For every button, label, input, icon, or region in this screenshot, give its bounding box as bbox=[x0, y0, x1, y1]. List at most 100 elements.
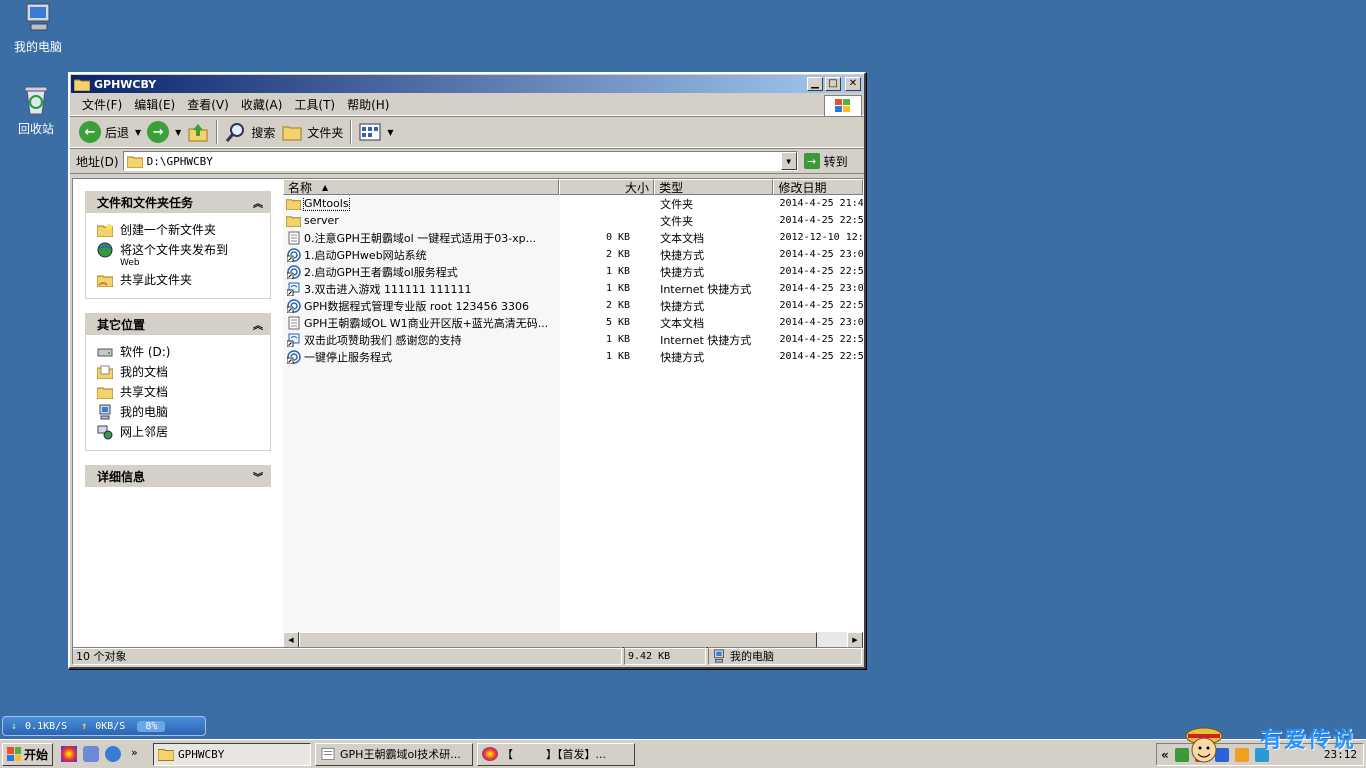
network-monitor[interactable]: ↓ 0.1KB/S ↑ 0KB/S 8% bbox=[2, 716, 206, 736]
task-new-folder[interactable]: 创建一个新文件夹 bbox=[96, 222, 260, 238]
file-date: 2014-4-25 22:5 bbox=[779, 215, 863, 226]
column-header-type[interactable]: 类型 bbox=[654, 179, 774, 195]
menu-help[interactable]: 帮助(H) bbox=[341, 96, 395, 113]
menu-file[interactable]: 文件(F) bbox=[76, 96, 128, 113]
views-button[interactable]: ▼ bbox=[356, 118, 396, 146]
explorer-window: GPHWCBY ▁ □ ✕ 文件(F) 编辑(E) 查看(V) 收藏(A) 工具… bbox=[68, 72, 866, 669]
chevron-down-icon[interactable]: ▼ bbox=[175, 128, 181, 137]
place-my-computer[interactable]: 我的电脑 bbox=[96, 404, 260, 420]
status-object-count: 10 个对象 bbox=[72, 647, 622, 665]
file-row[interactable]: 3.双击进入游戏 111111 111111 1 KB Internet 快捷方式 2… bbox=[283, 280, 863, 297]
document-icon bbox=[321, 748, 335, 760]
file-size: 5 KB bbox=[606, 317, 631, 328]
status-bar: 10 个对象 9.42 KB 我的电脑 bbox=[72, 647, 864, 665]
file-row[interactable]: GMtools 文件夹 2014-4-25 21:4 bbox=[283, 195, 863, 212]
column-header-date[interactable]: 修改日期 bbox=[773, 179, 863, 195]
scrollbar-track[interactable] bbox=[817, 632, 847, 648]
scroll-left-button[interactable]: ◀ bbox=[283, 632, 299, 648]
file-name-cell[interactable]: 0.注意GPH王朝霸域ol 一键程式适用于03-xp... bbox=[283, 230, 558, 246]
task-button-label: GPH王朝霸域ol技术研... bbox=[340, 748, 461, 761]
browser-icon[interactable] bbox=[61, 746, 78, 762]
folder-icon bbox=[74, 79, 90, 91]
text-document-icon bbox=[286, 316, 301, 330]
folders-button[interactable]: 文件夹 bbox=[278, 118, 346, 146]
other-places-header[interactable]: 其它位置 ︽ bbox=[85, 313, 271, 335]
file-name-cell[interactable]: 2.启动GPH王者霸域ol服务程式 bbox=[283, 264, 558, 280]
upload-arrow-icon: ↑ bbox=[81, 720, 88, 732]
details-header[interactable]: 详细信息 ︾ bbox=[85, 465, 271, 487]
panel-title: 其它位置 bbox=[97, 317, 146, 332]
file-name-cell[interactable]: 3.双击进入游戏 111111 111111 bbox=[283, 281, 558, 297]
desktop-icon-recycle-bin[interactable]: 回收站 bbox=[0, 84, 74, 137]
start-label: 开始 bbox=[24, 747, 49, 762]
file-row[interactable]: server 文件夹 2014-4-25 22:5 bbox=[283, 212, 863, 229]
file-name-cell[interactable]: 双击此项赞助我们 感谢您的支持 bbox=[283, 332, 558, 348]
forward-button[interactable]: → ▼ bbox=[144, 118, 184, 146]
horizontal-scrollbar[interactable]: ◀ ▶ bbox=[283, 632, 863, 648]
place-network[interactable]: 网上邻居 bbox=[96, 424, 260, 440]
menu-tools[interactable]: 工具(T) bbox=[288, 96, 341, 113]
ie-icon[interactable] bbox=[105, 746, 122, 762]
upload-speed: 0KB/S bbox=[95, 720, 126, 732]
file-name-cell[interactable]: GPH王朝霸域OL W1商业开区版+蓝光高清无码... bbox=[283, 315, 558, 331]
title-bar[interactable]: GPHWCBY ▁ □ ✕ bbox=[71, 75, 863, 93]
menu-edit[interactable]: 编辑(E) bbox=[128, 96, 181, 113]
file-row[interactable]: 一键停止服务程式 1 KB 快捷方式 2014-4-25 22:5 bbox=[283, 348, 863, 365]
place-my-documents[interactable]: 我的文档 bbox=[96, 364, 260, 380]
chevron-down-icon[interactable]: ▼ bbox=[387, 128, 393, 137]
file-name-cell[interactable]: server bbox=[283, 214, 558, 228]
file-row[interactable]: 1.启动GPHweb网站系统 2 KB 快捷方式 2014-4-25 23:0 bbox=[283, 246, 863, 263]
scroll-right-button[interactable]: ▶ bbox=[847, 632, 863, 648]
quick-launch-chevron-icon[interactable]: » bbox=[131, 746, 147, 762]
file-name-cell[interactable]: 一键停止服务程式 bbox=[283, 349, 558, 365]
desktop-icon-my-computer[interactable]: 我的电脑 bbox=[0, 2, 76, 55]
menu-favorites[interactable]: 收藏(A) bbox=[235, 96, 289, 113]
minimize-button[interactable]: ▁ bbox=[807, 77, 823, 91]
back-button[interactable]: ← 后退 ▼ bbox=[76, 118, 144, 146]
other-places-body: 软件 (D:) 我的文档 共享文档 我的电脑 网上邻居 bbox=[85, 335, 271, 451]
shortcut-icon bbox=[286, 349, 301, 364]
file-row[interactable]: 0.注意GPH王朝霸域ol 一键程式适用于03-xp... 0 KB 文本文档 201… bbox=[283, 229, 863, 246]
go-button[interactable]: → 转到 bbox=[803, 153, 848, 170]
tray-expand-icon[interactable]: « bbox=[1161, 748, 1169, 762]
task-button-text[interactable]: GPH王朝霸域ol技术研... bbox=[315, 742, 474, 766]
scrollbar-thumb[interactable] bbox=[299, 632, 817, 648]
desktop-icon-label: 我的电脑 bbox=[13, 40, 62, 54]
address-input[interactable]: D:\GPHWCBY ▼ bbox=[122, 151, 798, 171]
search-button[interactable]: 搜索 bbox=[222, 118, 278, 146]
task-label: 将这个文件夹发布到 Web bbox=[120, 242, 228, 268]
new-folder-icon bbox=[96, 222, 114, 238]
start-button[interactable]: 开始 bbox=[2, 742, 54, 766]
download-arrow-icon: ↓ bbox=[11, 720, 18, 732]
toolbar-separator bbox=[216, 120, 219, 144]
close-button[interactable]: ✕ bbox=[845, 77, 861, 91]
file-row[interactable]: 2.启动GPH王者霸域ol服务程式 1 KB 快捷方式 2014-4-25 22:5 bbox=[283, 263, 863, 280]
file-name-cell[interactable]: 1.启动GPHweb网站系统 bbox=[283, 247, 558, 263]
up-button[interactable] bbox=[184, 118, 212, 146]
tray-app-icon[interactable] bbox=[1234, 747, 1249, 762]
address-dropdown-button[interactable]: ▼ bbox=[780, 152, 797, 170]
collapse-icon[interactable]: ︽ bbox=[253, 317, 263, 332]
file-row[interactable]: GPH王朝霸域OL W1商业开区版+蓝光高清无码... 5 KB 文本文档 2014-… bbox=[283, 314, 863, 331]
maximize-button[interactable]: □ bbox=[825, 77, 841, 91]
collapse-icon[interactable]: ︽ bbox=[253, 195, 263, 210]
file-row[interactable]: GPH数据程式管理专业版 root 123456 3306 2 KB 快捷方式 201… bbox=[283, 297, 863, 314]
task-publish-web[interactable]: 将这个文件夹发布到 Web bbox=[96, 242, 260, 268]
column-header-name[interactable]: 名称 ▲ bbox=[283, 179, 559, 195]
file-name-cell[interactable]: GMtools bbox=[283, 196, 558, 211]
file-row[interactable]: 双击此项赞助我们 感谢您的支持 1 KB Internet 快捷方式 2014-4-2… bbox=[283, 331, 863, 348]
column-header-size[interactable]: 大小 bbox=[558, 179, 655, 195]
chevron-down-icon[interactable]: ▼ bbox=[135, 128, 141, 137]
task-button-label: GPHWCBY bbox=[178, 747, 225, 761]
task-share-folder[interactable]: 共享此文件夹 bbox=[96, 272, 260, 288]
place-shared-documents[interactable]: 共享文档 bbox=[96, 384, 260, 400]
menu-view[interactable]: 查看(V) bbox=[181, 96, 235, 113]
file-name-cell[interactable]: GPH数据程式管理专业版 root 123456 3306 bbox=[283, 298, 558, 314]
task-button-browser[interactable]: 【 】【首发】... bbox=[477, 742, 636, 766]
file-tasks-header[interactable]: 文件和文件夹任务 ︽ bbox=[85, 191, 271, 213]
expand-icon[interactable]: ︾ bbox=[253, 469, 263, 484]
place-drive-d[interactable]: 软件 (D:) bbox=[96, 344, 260, 360]
task-button-explorer[interactable]: GPHWCBY bbox=[153, 742, 312, 766]
user-icon[interactable] bbox=[83, 746, 100, 762]
address-label: 地址(D) bbox=[76, 154, 119, 169]
